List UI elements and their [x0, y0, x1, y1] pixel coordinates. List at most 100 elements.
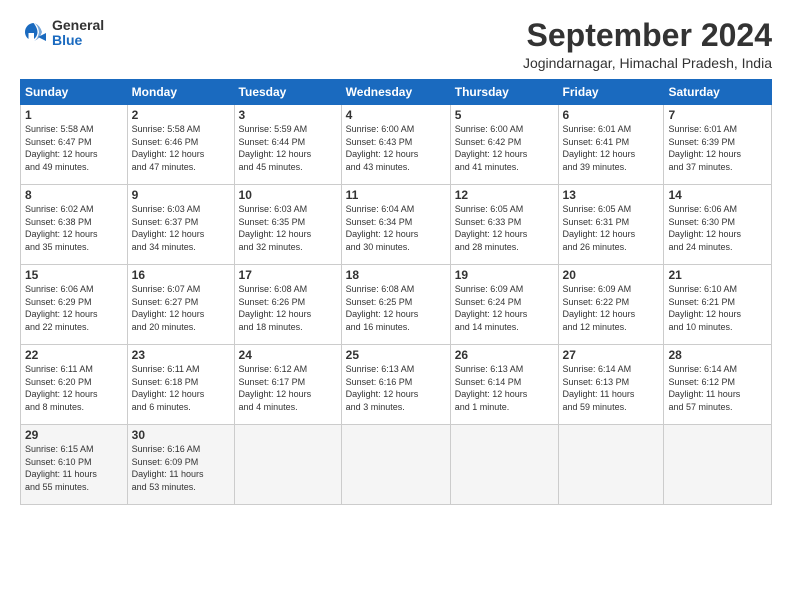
- day-number: 10: [239, 188, 337, 202]
- week-row-5: 29Sunrise: 6:15 AM Sunset: 6:10 PM Dayli…: [21, 425, 772, 505]
- month-title: September 2024: [523, 18, 772, 53]
- day-number: 7: [668, 108, 767, 122]
- page: General Blue September 2024 Jogindarnaga…: [0, 0, 792, 612]
- day-info: Sunrise: 6:09 AM Sunset: 6:22 PM Dayligh…: [563, 283, 660, 333]
- title-block: September 2024 Jogindarnagar, Himachal P…: [523, 18, 772, 71]
- calendar-cell: 21Sunrise: 6:10 AM Sunset: 6:21 PM Dayli…: [664, 265, 772, 345]
- day-number: 5: [455, 108, 554, 122]
- day-info: Sunrise: 6:14 AM Sunset: 6:13 PM Dayligh…: [563, 363, 660, 413]
- calendar-cell: 5Sunrise: 6:00 AM Sunset: 6:42 PM Daylig…: [450, 105, 558, 185]
- week-row-4: 22Sunrise: 6:11 AM Sunset: 6:20 PM Dayli…: [21, 345, 772, 425]
- day-info: Sunrise: 6:05 AM Sunset: 6:33 PM Dayligh…: [455, 203, 554, 253]
- day-number: 20: [563, 268, 660, 282]
- calendar-cell: 2Sunrise: 5:58 AM Sunset: 6:46 PM Daylig…: [127, 105, 234, 185]
- calendar-cell: [234, 425, 341, 505]
- day-info: Sunrise: 5:58 AM Sunset: 6:46 PM Dayligh…: [132, 123, 230, 173]
- calendar-cell: 11Sunrise: 6:04 AM Sunset: 6:34 PM Dayli…: [341, 185, 450, 265]
- day-number: 22: [25, 348, 123, 362]
- day-number: 8: [25, 188, 123, 202]
- calendar-cell: 30Sunrise: 6:16 AM Sunset: 6:09 PM Dayli…: [127, 425, 234, 505]
- day-info: Sunrise: 6:01 AM Sunset: 6:39 PM Dayligh…: [668, 123, 767, 173]
- day-number: 2: [132, 108, 230, 122]
- day-info: Sunrise: 5:59 AM Sunset: 6:44 PM Dayligh…: [239, 123, 337, 173]
- day-number: 15: [25, 268, 123, 282]
- day-info: Sunrise: 6:07 AM Sunset: 6:27 PM Dayligh…: [132, 283, 230, 333]
- day-number: 17: [239, 268, 337, 282]
- day-info: Sunrise: 6:10 AM Sunset: 6:21 PM Dayligh…: [668, 283, 767, 333]
- day-info: Sunrise: 6:06 AM Sunset: 6:30 PM Dayligh…: [668, 203, 767, 253]
- col-sunday: Sunday: [21, 80, 128, 105]
- day-info: Sunrise: 6:03 AM Sunset: 6:37 PM Dayligh…: [132, 203, 230, 253]
- col-thursday: Thursday: [450, 80, 558, 105]
- calendar-cell: 13Sunrise: 6:05 AM Sunset: 6:31 PM Dayli…: [558, 185, 664, 265]
- calendar-cell: 1Sunrise: 5:58 AM Sunset: 6:47 PM Daylig…: [21, 105, 128, 185]
- calendar-cell: [558, 425, 664, 505]
- week-row-1: 1Sunrise: 5:58 AM Sunset: 6:47 PM Daylig…: [21, 105, 772, 185]
- col-saturday: Saturday: [664, 80, 772, 105]
- calendar-cell: 19Sunrise: 6:09 AM Sunset: 6:24 PM Dayli…: [450, 265, 558, 345]
- calendar-cell: 8Sunrise: 6:02 AM Sunset: 6:38 PM Daylig…: [21, 185, 128, 265]
- day-info: Sunrise: 6:09 AM Sunset: 6:24 PM Dayligh…: [455, 283, 554, 333]
- calendar-cell: 17Sunrise: 6:08 AM Sunset: 6:26 PM Dayli…: [234, 265, 341, 345]
- day-number: 16: [132, 268, 230, 282]
- calendar-cell: 24Sunrise: 6:12 AM Sunset: 6:17 PM Dayli…: [234, 345, 341, 425]
- calendar-cell: 14Sunrise: 6:06 AM Sunset: 6:30 PM Dayli…: [664, 185, 772, 265]
- day-number: 4: [346, 108, 446, 122]
- day-info: Sunrise: 6:12 AM Sunset: 6:17 PM Dayligh…: [239, 363, 337, 413]
- day-number: 1: [25, 108, 123, 122]
- header: General Blue September 2024 Jogindarnaga…: [20, 18, 772, 71]
- calendar-body: 1Sunrise: 5:58 AM Sunset: 6:47 PM Daylig…: [21, 105, 772, 505]
- day-info: Sunrise: 6:01 AM Sunset: 6:41 PM Dayligh…: [563, 123, 660, 173]
- calendar-cell: 9Sunrise: 6:03 AM Sunset: 6:37 PM Daylig…: [127, 185, 234, 265]
- day-info: Sunrise: 6:13 AM Sunset: 6:16 PM Dayligh…: [346, 363, 446, 413]
- day-info: Sunrise: 6:08 AM Sunset: 6:26 PM Dayligh…: [239, 283, 337, 333]
- day-info: Sunrise: 5:58 AM Sunset: 6:47 PM Dayligh…: [25, 123, 123, 173]
- header-row: Sunday Monday Tuesday Wednesday Thursday…: [21, 80, 772, 105]
- logo: General Blue: [20, 18, 104, 49]
- day-info: Sunrise: 6:14 AM Sunset: 6:12 PM Dayligh…: [668, 363, 767, 413]
- calendar-cell: [450, 425, 558, 505]
- day-info: Sunrise: 6:13 AM Sunset: 6:14 PM Dayligh…: [455, 363, 554, 413]
- calendar-cell: 4Sunrise: 6:00 AM Sunset: 6:43 PM Daylig…: [341, 105, 450, 185]
- calendar-header: Sunday Monday Tuesday Wednesday Thursday…: [21, 80, 772, 105]
- logo-icon: [20, 19, 48, 47]
- calendar-cell: 16Sunrise: 6:07 AM Sunset: 6:27 PM Dayli…: [127, 265, 234, 345]
- day-number: 6: [563, 108, 660, 122]
- logo-blue: Blue: [52, 33, 104, 48]
- calendar-cell: 6Sunrise: 6:01 AM Sunset: 6:41 PM Daylig…: [558, 105, 664, 185]
- calendar-cell: 26Sunrise: 6:13 AM Sunset: 6:14 PM Dayli…: [450, 345, 558, 425]
- subtitle: Jogindarnagar, Himachal Pradesh, India: [523, 55, 772, 71]
- calendar-cell: 12Sunrise: 6:05 AM Sunset: 6:33 PM Dayli…: [450, 185, 558, 265]
- day-number: 12: [455, 188, 554, 202]
- day-info: Sunrise: 6:04 AM Sunset: 6:34 PM Dayligh…: [346, 203, 446, 253]
- day-number: 21: [668, 268, 767, 282]
- day-info: Sunrise: 6:15 AM Sunset: 6:10 PM Dayligh…: [25, 443, 123, 493]
- calendar-cell: [664, 425, 772, 505]
- day-number: 13: [563, 188, 660, 202]
- day-number: 29: [25, 428, 123, 442]
- day-number: 30: [132, 428, 230, 442]
- day-number: 28: [668, 348, 767, 362]
- day-info: Sunrise: 6:00 AM Sunset: 6:43 PM Dayligh…: [346, 123, 446, 173]
- logo-text: General Blue: [52, 18, 104, 49]
- day-number: 26: [455, 348, 554, 362]
- day-info: Sunrise: 6:02 AM Sunset: 6:38 PM Dayligh…: [25, 203, 123, 253]
- day-info: Sunrise: 6:00 AM Sunset: 6:42 PM Dayligh…: [455, 123, 554, 173]
- calendar-cell: 28Sunrise: 6:14 AM Sunset: 6:12 PM Dayli…: [664, 345, 772, 425]
- week-row-2: 8Sunrise: 6:02 AM Sunset: 6:38 PM Daylig…: [21, 185, 772, 265]
- col-monday: Monday: [127, 80, 234, 105]
- day-info: Sunrise: 6:06 AM Sunset: 6:29 PM Dayligh…: [25, 283, 123, 333]
- calendar-cell: 10Sunrise: 6:03 AM Sunset: 6:35 PM Dayli…: [234, 185, 341, 265]
- col-tuesday: Tuesday: [234, 80, 341, 105]
- calendar-cell: 27Sunrise: 6:14 AM Sunset: 6:13 PM Dayli…: [558, 345, 664, 425]
- day-number: 3: [239, 108, 337, 122]
- day-number: 25: [346, 348, 446, 362]
- week-row-3: 15Sunrise: 6:06 AM Sunset: 6:29 PM Dayli…: [21, 265, 772, 345]
- calendar-cell: 20Sunrise: 6:09 AM Sunset: 6:22 PM Dayli…: [558, 265, 664, 345]
- day-info: Sunrise: 6:11 AM Sunset: 6:20 PM Dayligh…: [25, 363, 123, 413]
- calendar-cell: 7Sunrise: 6:01 AM Sunset: 6:39 PM Daylig…: [664, 105, 772, 185]
- calendar-cell: 18Sunrise: 6:08 AM Sunset: 6:25 PM Dayli…: [341, 265, 450, 345]
- calendar-cell: 25Sunrise: 6:13 AM Sunset: 6:16 PM Dayli…: [341, 345, 450, 425]
- day-number: 14: [668, 188, 767, 202]
- day-number: 24: [239, 348, 337, 362]
